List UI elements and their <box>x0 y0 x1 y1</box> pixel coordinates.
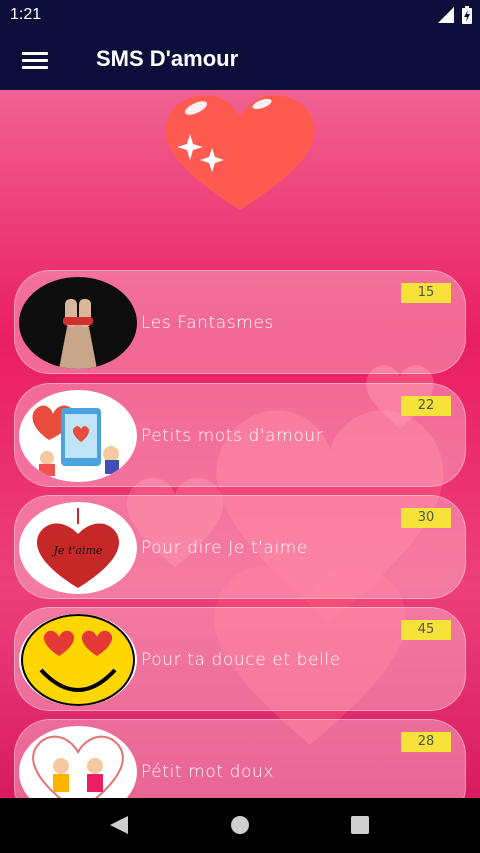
category-card-petits-mots-damour[interactable]: Petits mots d'amour 22 <box>14 383 466 487</box>
category-card-les-fantasmes[interactable]: Les Fantasmes 15 <box>14 270 466 374</box>
count-badge: 45 <box>401 620 451 640</box>
count-badge: 22 <box>401 396 451 416</box>
svg-text:Je t'aime: Je t'aime <box>52 544 103 557</box>
couple-image <box>19 726 137 798</box>
category-list[interactable]: Les Fantasmes 15 Petits mots d'amour 22 <box>0 90 480 798</box>
menu-icon <box>22 52 48 55</box>
count-badge: 15 <box>401 283 451 303</box>
status-bar: 1:21 <box>0 0 480 32</box>
category-label: Pétit mot doux <box>141 762 275 782</box>
category-label: Les Fantasmes <box>141 313 274 333</box>
app-title: SMS D'amour <box>96 46 239 71</box>
recents-icon[interactable] <box>349 814 371 836</box>
battery-icon <box>462 6 472 24</box>
status-icons <box>438 6 472 24</box>
home-icon[interactable] <box>229 814 251 836</box>
category-label: Pour dire Je t'aime <box>141 538 308 558</box>
category-card-pour-dire-je-taime[interactable]: Je t'aime Pour dire Je t'aime 30 <box>14 495 466 599</box>
app-bar: SMS D'amour <box>0 32 480 90</box>
category-card-pour-ta-douce-et-belle[interactable]: Pour ta douce et belle 45 <box>14 607 466 711</box>
category-label: Petits mots d'amour <box>141 426 324 446</box>
heart-eyes-emoji-image <box>19 614 137 706</box>
status-time: 1:21 <box>10 6 42 23</box>
count-badge: 28 <box>401 732 451 752</box>
heart-logo <box>165 95 315 210</box>
menu-button[interactable] <box>22 48 52 74</box>
category-card-petit-mot-doux[interactable]: Pétit mot doux 28 <box>14 719 466 798</box>
back-icon[interactable] <box>108 814 130 836</box>
signal-icon <box>438 7 454 23</box>
category-label: Pour ta douce et belle <box>141 650 341 670</box>
tied-hands-image <box>19 277 137 369</box>
je-taime-heart-image: Je t'aime <box>19 502 137 594</box>
count-badge: 30 <box>401 508 451 528</box>
phone-hearts-image <box>19 390 137 482</box>
system-nav-bar <box>0 798 480 853</box>
